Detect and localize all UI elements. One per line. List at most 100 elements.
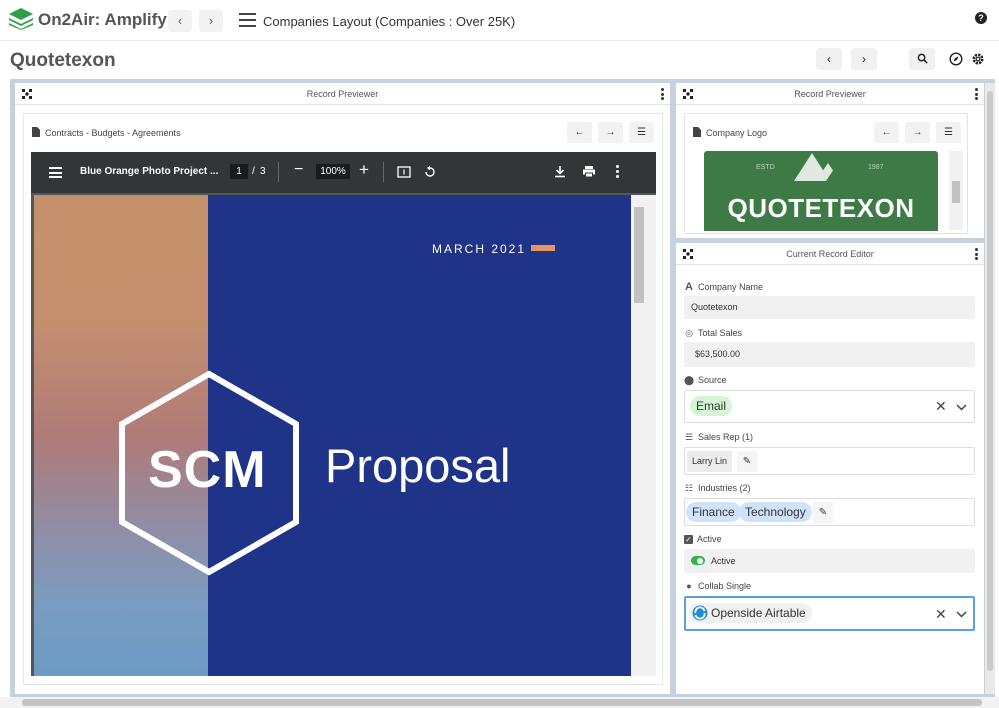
industry-chip[interactable]: Finance (686, 502, 741, 522)
collab-select[interactable]: Openside Airtable ✕ (684, 596, 975, 631)
top-bar: On2Air: Amplify ‹ › Companies Layout (Co… (0, 0, 999, 41)
pdf-viewer[interactable]: Blue Orange Photo Project ... 1 / 3 − 10… (31, 152, 656, 676)
source-select[interactable]: Email ✕ (684, 390, 975, 423)
total-sales-input[interactable]: $63,500.00 (684, 342, 975, 367)
industry-chip[interactable]: Technology (739, 502, 812, 522)
panel-header: Current Record Editor (676, 243, 984, 265)
edit-pencil-icon[interactable]: ✎ (737, 451, 757, 472)
search-button[interactable] (909, 48, 935, 70)
pdf-scrollbar[interactable] (631, 195, 656, 676)
previous-attachment-button[interactable]: ← (567, 122, 592, 143)
currency-field-icon: ◎ (685, 328, 693, 338)
page-title: Quotetexon (10, 50, 116, 71)
logo-year-text: 1987 (868, 164, 884, 171)
toolbar-divider (383, 162, 384, 182)
source-label: ⬤ Source (684, 375, 727, 385)
prev-record-button[interactable]: ‹ (816, 48, 842, 70)
layers-logo-icon (9, 8, 33, 30)
rotate-icon[interactable] (423, 165, 437, 179)
chevron-down-icon[interactable] (956, 404, 967, 411)
collab-single-label: ● Collab Single (684, 581, 751, 591)
pdf-menu-icon[interactable] (49, 167, 62, 178)
attachment-field-label: Company Logo (693, 127, 767, 138)
pdf-page-total: 3 (260, 166, 266, 177)
active-toggle[interactable] (691, 556, 705, 565)
company-name-input[interactable]: Quotetexon (684, 296, 975, 319)
panel-title: Record Previewer (794, 89, 866, 99)
pdf-page-separator: / (252, 166, 255, 177)
company-name-label: A Company Name (685, 281, 764, 293)
pdf-page: MARCH 2021 SCM Proposal (34, 195, 631, 676)
print-icon[interactable] (582, 165, 596, 178)
source-chip[interactable]: Email (690, 396, 733, 416)
nav-back-button[interactable]: ‹ (168, 10, 192, 32)
layout-title[interactable]: Companies Layout (Companies : Over 25K) (263, 14, 515, 29)
single-select-icon: ⬤ (684, 375, 695, 385)
horizontal-scrollbar[interactable] (0, 697, 999, 708)
drag-handle-icon[interactable] (683, 249, 693, 259)
linked-record-icon: ☰ (684, 432, 694, 442)
logo-estd-text: ESTD (756, 164, 775, 171)
sales-rep-label: ☰ Sales Rep (1) (684, 432, 754, 442)
panel-title: Current Record Editor (786, 249, 874, 259)
pdf-file-name: Blue Orange Photo Project ... (80, 166, 219, 177)
pdf-toolbar: Blue Orange Photo Project ... 1 / 3 − 10… (31, 152, 656, 193)
pdf-more-icon[interactable] (616, 165, 619, 178)
user-icon: ● (686, 581, 692, 591)
zoom-in-icon[interactable]: + (359, 160, 369, 180)
pdf-page-input[interactable]: 1 (230, 164, 248, 179)
sales-rep-field[interactable]: Larry Lin ✎ (684, 447, 975, 475)
download-icon[interactable] (554, 165, 566, 178)
help-icon[interactable]: ? (975, 12, 987, 24)
company-logo-image: ESTD 1987 QUOTETEXON (704, 151, 938, 231)
industries-field[interactable]: Finance Technology ✎ (684, 498, 975, 526)
menu-icon[interactable] (239, 13, 256, 27)
document-icon (32, 127, 40, 137)
next-attachment-button[interactable]: → (598, 122, 623, 143)
mountain-logo-icon (794, 153, 842, 181)
toolbar-divider (278, 162, 279, 182)
document-icon (693, 127, 701, 137)
zoom-out-icon[interactable]: − (294, 161, 303, 179)
total-sales-label: ◎ Total Sales (685, 328, 743, 338)
checkbox-field-icon: ✓ (684, 535, 693, 544)
pdf-heading: Proposal (325, 439, 511, 492)
app-brand: On2Air: Amplify (38, 10, 167, 29)
panel-title: Record Previewer (306, 89, 379, 99)
drag-handle-icon[interactable] (683, 89, 693, 99)
collaborator-avatar (692, 605, 708, 621)
next-record-button[interactable]: › (851, 48, 877, 70)
active-label: ✓ Active (684, 534, 722, 544)
more-options-icon[interactable] (975, 248, 978, 260)
multi-select-icon: ☷ (684, 483, 694, 493)
sales-rep-chip[interactable]: Larry Lin (687, 451, 733, 472)
active-toggle-label: Active (711, 556, 736, 566)
compass-icon[interactable] (949, 52, 963, 66)
industries-label: ☷ Industries (2) (684, 483, 751, 493)
edit-pencil-icon[interactable]: ✎ (813, 502, 833, 523)
logo-scrollbar[interactable] (949, 151, 963, 230)
previous-attachment-button[interactable]: ← (874, 122, 899, 143)
more-options-icon[interactable] (661, 88, 664, 100)
collaborator-chip[interactable]: Openside Airtable (689, 603, 812, 623)
more-options-icon[interactable] (975, 88, 978, 100)
fit-page-icon[interactable] (397, 166, 411, 178)
accent-bar (531, 245, 555, 251)
pdf-date-text: MARCH 2021 (432, 242, 527, 256)
clear-icon[interactable]: ✕ (935, 398, 947, 415)
active-field: Active (684, 549, 975, 573)
panel-header: Record Previewer (676, 83, 984, 105)
pdf-zoom-input[interactable]: 100% (316, 164, 350, 179)
workspace-vertical-scrollbar[interactable] (985, 83, 995, 694)
attachment-list-button[interactable]: ☰ (629, 122, 654, 143)
nav-forward-button[interactable]: › (199, 10, 223, 32)
clear-icon[interactable]: ✕ (935, 606, 947, 623)
pdf-logo-text: SCM (148, 441, 267, 499)
drag-handle-icon[interactable] (22, 89, 32, 99)
next-attachment-button[interactable]: → (905, 122, 930, 143)
gear-icon[interactable] (971, 52, 985, 66)
panel-header: Record Previewer (15, 83, 670, 105)
attachment-list-button[interactable]: ☰ (936, 122, 961, 143)
chevron-down-icon[interactable] (956, 611, 967, 618)
logo-company-name: QUOTETEXON (727, 193, 915, 223)
